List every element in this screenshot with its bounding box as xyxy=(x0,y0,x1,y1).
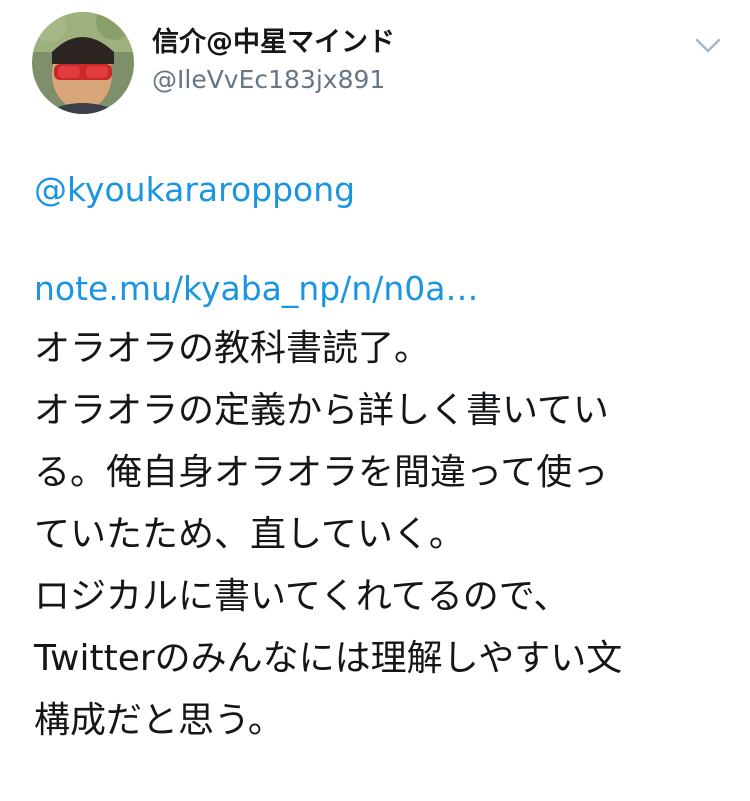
url-link[interactable]: note.mu/kyaba_np/n/n0a… xyxy=(34,260,724,318)
user-handle[interactable]: @IleVvEc183jx891 xyxy=(152,64,385,96)
tweet-text-line: ていたため、直していく。 xyxy=(34,514,465,555)
tweet-text-line: オラオラの定義から詳しく書いてい xyxy=(34,390,609,431)
avatar[interactable] xyxy=(32,12,134,114)
tweet-text-line: 構成だと思う。 xyxy=(34,700,284,741)
tweet-text-line: る。俺自身オラオラを間違って使っ xyxy=(34,452,609,493)
chevron-down-icon[interactable] xyxy=(694,34,722,56)
avatar-image xyxy=(32,12,134,114)
tweet-header: 信介@中星マインド @IleVvEc183jx891 xyxy=(0,0,750,130)
tweet-text-line: オラオラの教科書読了。 xyxy=(34,328,431,369)
mention-link[interactable]: @kyoukararoppong xyxy=(34,160,724,220)
tweet-text-line: ロジカルに書いてくれてるので、 xyxy=(34,576,570,617)
display-name[interactable]: 信介@中星マインド xyxy=(152,26,395,60)
tweet-body: @kyoukararoppong note.mu/kyaba_np/n/n0a…… xyxy=(34,160,724,752)
tweet-text: オラオラの教科書読了。 オラオラの定義から詳しく書いてい る。俺自身オラオラを間… xyxy=(34,318,724,752)
tweet-text-line: Twitterのみんなには理解しやすい文 xyxy=(34,638,623,679)
